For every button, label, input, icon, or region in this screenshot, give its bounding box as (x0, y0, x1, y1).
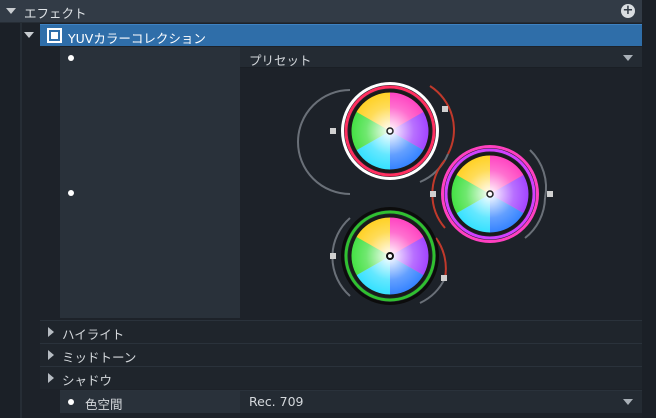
scrollbar-track[interactable] (642, 0, 656, 418)
triangle-down-icon[interactable] (6, 8, 16, 14)
color-wheels-panel (240, 68, 642, 318)
keyframe-dot-icon[interactable] (68, 55, 74, 61)
slider-handle-icon (441, 275, 447, 281)
left-gutter (0, 23, 20, 418)
section-midtone[interactable]: ミッドトーン (40, 343, 642, 366)
effect-collapse-icon[interactable] (24, 32, 34, 38)
slider-handle-icon (430, 191, 436, 197)
section-shadow[interactable]: シャドウ (40, 366, 642, 389)
param-label-column (60, 47, 240, 318)
effect-name: YUVカラーコレクション (68, 31, 206, 46)
section-highlight[interactable]: ハイライト (40, 320, 642, 343)
keyframe-dot-icon[interactable] (68, 190, 74, 196)
midtone-wheel[interactable] (430, 145, 553, 243)
color-space-label-cell: 色空間 (60, 391, 240, 413)
section-label: ハイライト (62, 327, 125, 342)
chevron-down-icon[interactable] (623, 399, 633, 405)
effect-enable-checkbox[interactable] (47, 28, 62, 43)
slider-handle-icon (330, 128, 336, 134)
chevron-down-icon (623, 55, 633, 61)
effect-row-yuv[interactable]: YUVカラーコレクション (40, 24, 642, 46)
slider-handle-icon (330, 253, 336, 259)
keyframe-dot-icon[interactable] (68, 399, 74, 405)
effects-header: エフェクト + (0, 0, 642, 23)
triangle-right-icon[interactable] (48, 327, 54, 337)
preset-value: プリセット (249, 53, 312, 68)
triangle-right-icon[interactable] (48, 350, 54, 360)
effects-title: エフェクト (24, 6, 87, 21)
color-space-label: 色空間 (85, 397, 123, 412)
preset-dropdown[interactable]: プリセット (240, 47, 642, 68)
gutter-divider (20, 23, 22, 418)
section-label: シャドウ (62, 373, 113, 388)
color-space-dropdown[interactable]: Rec. 709 (249, 394, 304, 409)
shadow-wheel[interactable] (330, 207, 447, 305)
highlight-wheel[interactable] (297, 82, 455, 195)
slider-handle-icon (442, 106, 448, 112)
triangle-right-icon[interactable] (48, 373, 54, 383)
slider-handle-icon (547, 191, 553, 197)
section-label: ミッドトーン (62, 350, 137, 365)
color-space-row: 色空間 Rec. 709 (60, 390, 642, 413)
plus-circle-icon[interactable]: + (621, 4, 635, 18)
